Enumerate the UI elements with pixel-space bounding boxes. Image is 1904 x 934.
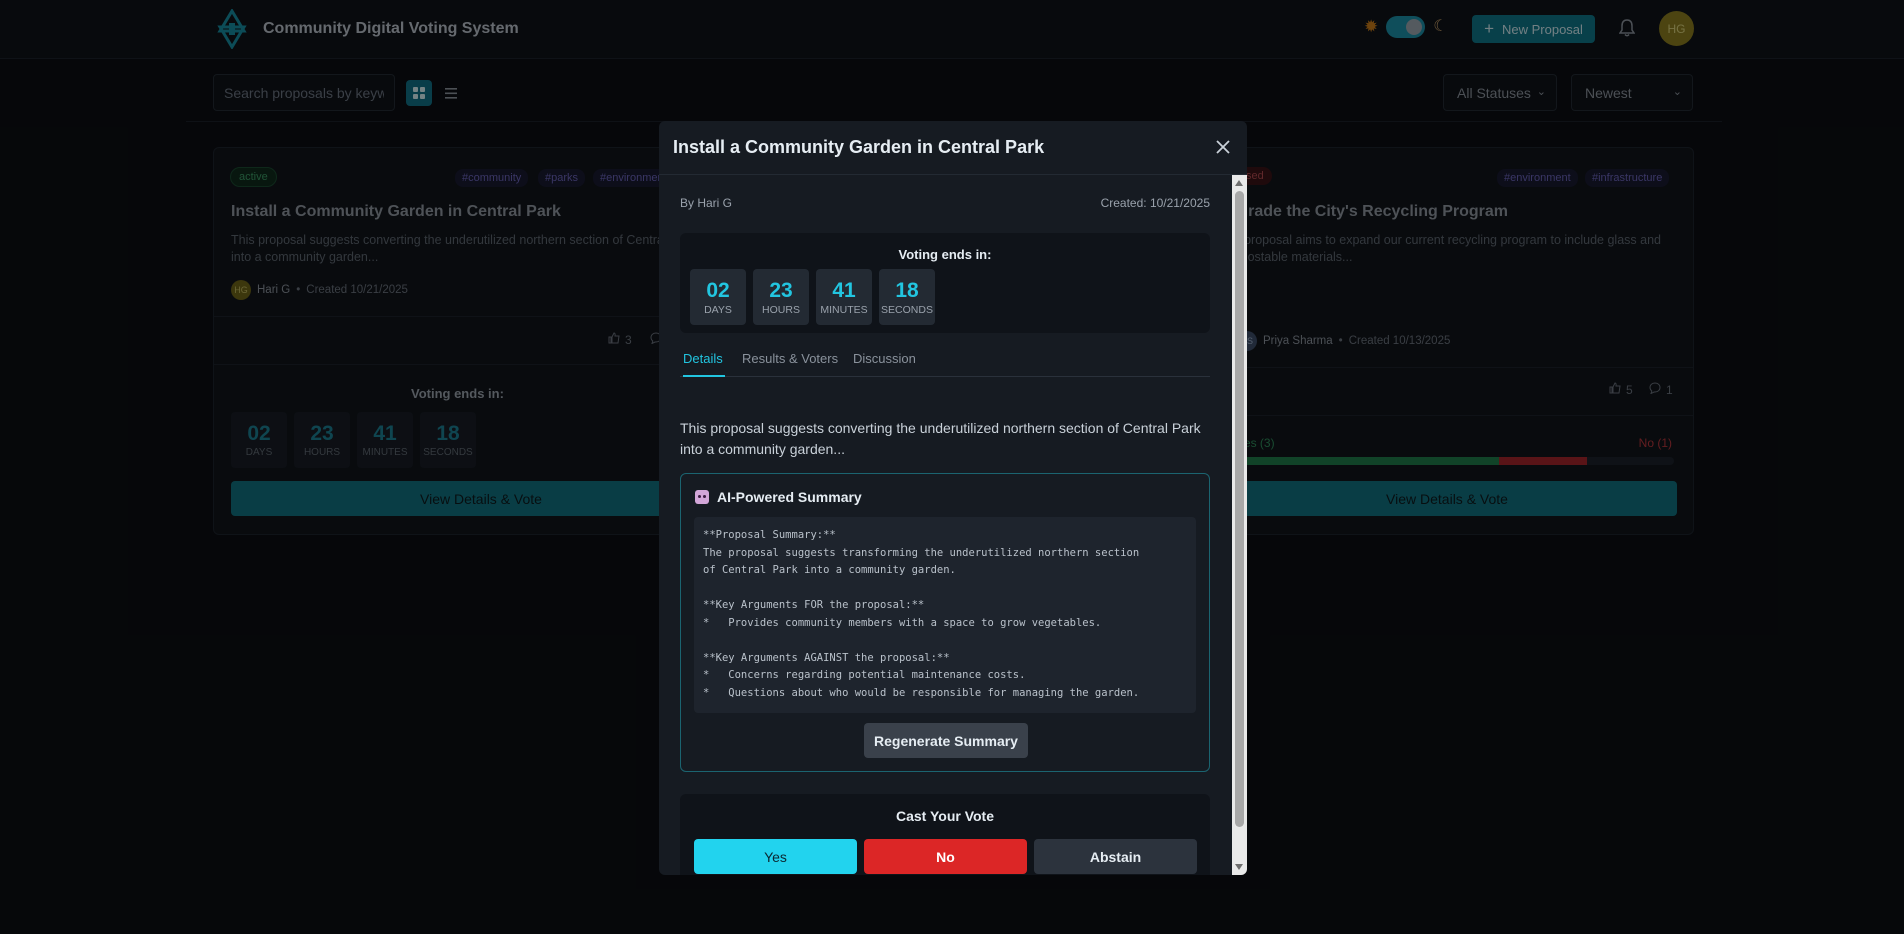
cast-vote-title: Cast Your Vote [895, 808, 995, 824]
scroll-up-arrow-icon[interactable] [1235, 180, 1243, 186]
ai-summary-title: AI-Powered Summary [717, 489, 862, 505]
countdown-value: 18 [895, 279, 919, 302]
author-line: By Hari G [680, 196, 733, 210]
countdown-value: 02 [706, 279, 730, 302]
scroll-down-arrow-icon[interactable] [1235, 864, 1243, 870]
countdown-value: 41 [832, 279, 856, 302]
ai-summary-header: AI-Powered Summary [695, 489, 862, 505]
countdown-unit: HOURS [762, 304, 800, 316]
modal-scrollbar[interactable] [1232, 175, 1247, 875]
countdown-days: 02 DAYS [690, 269, 746, 325]
robot-icon [695, 490, 709, 504]
vote-no-button[interactable]: No [864, 839, 1027, 874]
ai-summary-text: **Proposal Summary:** The proposal sugge… [694, 517, 1196, 713]
tab-discussion[interactable]: Discussion [853, 351, 916, 377]
countdown-panel: Voting ends in: 02 DAYS 23 HOURS 41 MINU… [680, 233, 1210, 333]
countdown-hours: 23 HOURS [753, 269, 809, 325]
countdown-seconds: 18 SECONDS [879, 269, 935, 325]
voting-ends-label: Voting ends in: [898, 247, 992, 262]
scrollbar-thumb[interactable] [1235, 191, 1244, 827]
countdown-value: 23 [769, 279, 793, 302]
modal-tabs: Details Results & Voters Discussion [680, 351, 1210, 377]
countdown-unit: MINUTES [820, 304, 868, 316]
proposal-modal: Install a Community Garden in Central Pa… [659, 121, 1247, 875]
modal-header: Install a Community Garden in Central Pa… [659, 121, 1247, 175]
countdown-unit: DAYS [704, 304, 732, 316]
close-icon[interactable] [1211, 135, 1235, 159]
created-date: Created: 10/21/2025 [1100, 196, 1210, 210]
proposal-description: This proposal suggests converting the un… [680, 420, 1201, 457]
tab-results-voters[interactable]: Results & Voters [742, 351, 838, 377]
vote-abstain-button[interactable]: Abstain [1034, 839, 1197, 874]
modal-title: Install a Community Garden in Central Pa… [673, 137, 1045, 157]
countdown-minutes: 41 MINUTES [816, 269, 872, 325]
vote-yes-button[interactable]: Yes [694, 839, 857, 874]
cast-vote-panel: Cast Your Vote Yes No Abstain [680, 794, 1210, 875]
regenerate-summary-button[interactable]: Regenerate Summary [864, 723, 1028, 758]
ai-summary-panel: AI-Powered Summary **Proposal Summary:**… [680, 473, 1210, 772]
tab-details[interactable]: Details [683, 351, 725, 377]
countdown-unit: SECONDS [881, 304, 933, 316]
